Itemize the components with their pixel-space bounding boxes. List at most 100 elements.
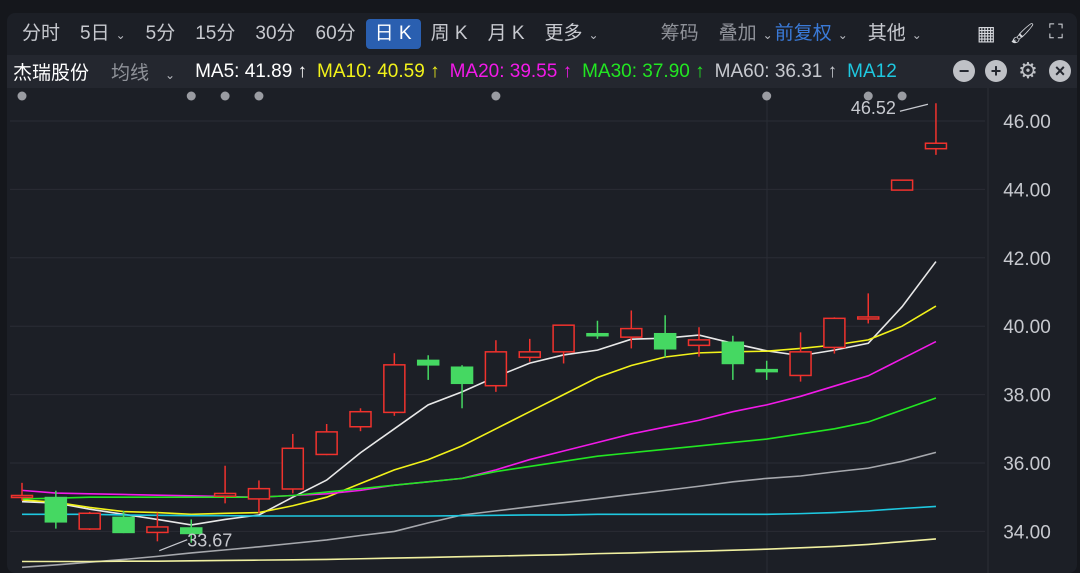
y-tick-label: 44.00 [1003,180,1051,201]
event-marker-dot [762,92,771,101]
y-tick-label: 46.00 [1003,112,1051,133]
candle-body [45,498,66,522]
adjust-dropdown[interactable]: 前复权⌄ [775,19,858,49]
candlestick-chart[interactable]: 46.0044.0042.0040.0038.0036.0034.0046.52… [7,13,1077,573]
period-toolbar: 分时 5日 ⌄ 5分 15分 30分 60分 日 K 周 K 月 K 更多 ⌄ 筹码… [7,13,1077,55]
fullscreen-icon[interactable]: ⛶ [1049,21,1063,46]
candle-body [215,493,236,496]
kline-window: 46.0044.0042.0040.0038.0036.0034.0046.52… [7,13,1077,573]
candle [248,480,269,513]
tab-60min[interactable]: 60分 [306,19,366,49]
chevron-down-icon: ⌄ [763,28,773,42]
candle-body [282,448,303,489]
low-price-label: 33.67 [187,531,232,551]
ma60-value: MA60: 36.31 ↑ [715,61,838,83]
ma30-value: MA30: 37.90 ↑ [582,61,705,83]
candle-body [485,352,506,386]
ma-line-ma5 [22,262,936,525]
ma20-value: MA20: 39.55 ↑ [450,61,573,83]
candle-body [756,370,777,372]
layout-grid-icon[interactable]: ▦ [977,21,996,46]
tab-5day[interactable]: 5日 ⌄ [70,19,136,49]
other-dropdown[interactable]: 其他 ⌄ [858,19,932,49]
y-tick-label: 34.00 [1003,522,1051,543]
chevron-down-icon: ⌄ [165,68,175,82]
ma-line-ma120 [22,506,936,516]
candle [485,340,506,392]
tab-30min[interactable]: 30分 [245,19,305,49]
high-price-label: 46.52 [851,98,896,118]
candle [621,310,642,348]
candle-body [553,325,574,352]
candle-body [587,334,608,336]
candle [553,325,574,363]
candle-body [655,334,676,349]
chips-button[interactable]: 筹码 [651,19,709,49]
tab-5day-label: 5日 [80,23,110,44]
candle-body [12,495,33,497]
candle-body [418,360,439,364]
candle-body [689,340,710,345]
brush-icon[interactable]: 🖌︎ [1010,21,1035,46]
candle [147,513,168,542]
candle-body [147,527,168,532]
candle [350,408,371,431]
candle-body [925,143,946,148]
chevron-down-icon: ⌄ [912,28,922,42]
ma120-value: MA12 [847,61,897,83]
candle [655,315,676,357]
candle-body [790,352,811,376]
overlay-label: 叠加 [719,23,757,44]
tab-monthly-k[interactable]: 月 K [478,19,535,49]
ma-line-ma10 [22,306,936,514]
ma-select-label: 均线 [111,63,149,84]
candle-body [248,489,269,499]
candle [925,103,946,155]
event-marker-dot [254,92,263,101]
ma-legend: 杰瑞股份 均线⌄ MA5: 41.89 ↑ MA10: 40.59 ↑ MA20… [7,55,1077,88]
tab-15min[interactable]: 15分 [185,19,245,49]
adjust-label: 前复权 [775,23,832,44]
overlay-dropdown[interactable]: 叠加 ⌄ [709,19,775,49]
low-arrow-icon [159,540,187,551]
candle [519,339,540,362]
candle [452,365,473,408]
ma-select[interactable]: 均线 ⌄ [111,58,185,85]
tab-more-label: 更多 [545,23,583,44]
chevron-down-icon: ⌄ [116,28,126,42]
event-marker-dot [187,92,196,101]
ma10-value: MA10: 40.59 ↑ [317,61,440,83]
candle-body [722,342,743,363]
tab-weekly-k[interactable]: 周 K [421,19,478,49]
candle-body [621,329,642,338]
gear-icon[interactable]: ⚙ [1017,60,1039,82]
plus-circle-icon[interactable]: + [985,60,1007,82]
y-tick-label: 38.00 [1003,386,1051,407]
candle [384,353,405,416]
tab-intraday[interactable]: 分时 [12,19,70,49]
ma-line-ma30 [22,398,936,499]
tab-more[interactable]: 更多 ⌄ [535,19,609,49]
candle-body [316,432,337,455]
candle-body [892,180,913,190]
chevron-down-icon: ⌄ [589,28,599,42]
y-tick-label: 36.00 [1003,454,1051,475]
candle [858,293,879,323]
candle-body [824,318,845,347]
candle [79,512,100,530]
tab-daily-k[interactable]: 日 K [366,19,421,49]
high-arrow-icon [900,104,928,111]
stock-name: 杰瑞股份 [13,58,89,85]
candle-body [79,513,100,529]
event-marker-dot [491,92,500,101]
event-marker-dot [221,92,230,101]
other-label: 其他 [868,23,906,44]
candle [418,355,439,380]
candle-body [384,365,405,413]
candle [722,336,743,380]
candle-body [452,367,473,383]
close-circle-icon[interactable]: × [1049,60,1071,82]
y-tick-label: 40.00 [1003,317,1051,338]
tab-5min[interactable]: 5分 [136,19,186,49]
minus-circle-icon[interactable]: − [953,60,975,82]
